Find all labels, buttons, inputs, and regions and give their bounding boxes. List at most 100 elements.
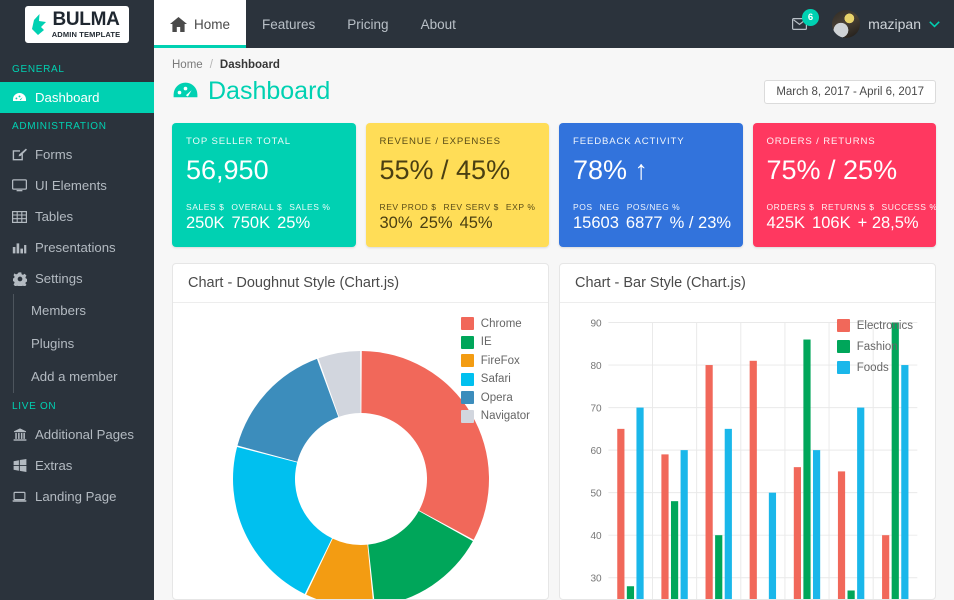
- bar-foods-1[interactable]: [636, 408, 643, 599]
- page-title-text: Dashboard: [208, 77, 330, 106]
- sidebar-item-additional-pages[interactable]: Additional Pages: [0, 419, 154, 450]
- legend-swatch: [461, 317, 474, 330]
- legend-item-electronics[interactable]: Electronics: [837, 319, 913, 332]
- nav-item-about[interactable]: About: [405, 0, 472, 48]
- brand-logo[interactable]: BULMA ADMIN TEMPLATE: [0, 0, 154, 48]
- panel-bar-chart: Chart - Bar Style (Chart.js) Electronics…: [559, 263, 936, 600]
- sidebar-item-extras-label: Extras: [35, 458, 72, 473]
- sub-label: ORDERS $: [767, 202, 815, 212]
- page-title: Dashboard: [172, 77, 330, 106]
- legend-label: Opera: [481, 392, 513, 404]
- breadcrumb-home[interactable]: Home: [172, 59, 203, 71]
- user-name: mazipan: [868, 16, 921, 32]
- sub-value: 425K: [767, 214, 806, 233]
- avatar: [832, 10, 860, 38]
- legend-item-fashion[interactable]: Fashion: [837, 340, 913, 353]
- legend-item-foods[interactable]: Foods: [837, 361, 913, 374]
- y-axis-tick-label: 30: [590, 574, 602, 585]
- y-axis-tick-label: 80: [590, 361, 602, 372]
- legend-item-safari[interactable]: Safari: [461, 373, 530, 386]
- bulma-logo-icon: [32, 14, 47, 35]
- bar-electronics-2[interactable]: [661, 454, 668, 599]
- building-icon: [12, 428, 27, 441]
- nav-item-pricing[interactable]: Pricing: [331, 0, 404, 48]
- sidebar-subitem-plugins[interactable]: Plugins: [14, 327, 154, 360]
- bar-foods-3[interactable]: [725, 429, 732, 599]
- sidebar-item-landing-page[interactable]: Landing Page: [0, 481, 154, 512]
- y-axis-tick-label: 40: [590, 531, 602, 542]
- navbar-right: 6 mazipan: [792, 0, 954, 48]
- nav-item-features[interactable]: Features: [246, 0, 331, 48]
- stat-card-revenue-expenses[interactable]: REVENUE / EXPENSES 55% / 45% REV PROD $ …: [366, 123, 550, 247]
- sidebar-item-presentations[interactable]: Presentations: [0, 232, 154, 263]
- stat-card-title: REVENUE / EXPENSES: [380, 136, 536, 147]
- stat-card-feedback-activity[interactable]: FEEDBACK ACTIVITY 78% ↑ POS NEG POS/NEG …: [559, 123, 743, 247]
- legend-item-navigator[interactable]: Navigator: [461, 410, 530, 423]
- sidebar-subitem-members[interactable]: Members: [14, 294, 154, 327]
- sidebar-submenu-settings: Members Plugins Add a member: [13, 294, 154, 393]
- bar-electronics-1[interactable]: [617, 429, 624, 599]
- sub-value: 750K: [232, 214, 271, 233]
- sidebar-item-forms[interactable]: Forms: [0, 139, 154, 170]
- doughnut-legend: Chrome IE FireFox: [461, 317, 530, 423]
- nav-item-features-label: Features: [262, 17, 315, 32]
- legend-item-ie[interactable]: IE: [461, 336, 530, 349]
- messages-button[interactable]: 6: [792, 11, 816, 37]
- bar-fashion-1[interactable]: [627, 586, 634, 599]
- legend-swatch: [461, 373, 474, 386]
- bar-electronics-4[interactable]: [750, 361, 757, 599]
- sub-value: % / 23%: [670, 214, 731, 233]
- top-navbar: BULMA ADMIN TEMPLATE Home Features Prici…: [0, 0, 954, 48]
- sidebar-item-dashboard[interactable]: Dashboard: [0, 82, 154, 113]
- bar-electronics-3[interactable]: [706, 365, 713, 599]
- stat-card-sub-labels: SALES $ OVERALL $ SALES %: [186, 202, 342, 212]
- bar-fashion-5[interactable]: [803, 340, 810, 599]
- bar-foods-5[interactable]: [813, 450, 820, 599]
- bar-fashion-6[interactable]: [848, 590, 855, 599]
- nav-item-about-label: About: [421, 17, 456, 32]
- legend-item-chrome[interactable]: Chrome: [461, 317, 530, 330]
- bar-electronics-5[interactable]: [794, 467, 801, 599]
- sidebar-item-ui-elements-label: UI Elements: [35, 178, 107, 193]
- sidebar-item-settings[interactable]: Settings: [0, 263, 154, 294]
- dashboard-icon: [12, 92, 27, 104]
- legend-item-firefox[interactable]: FireFox: [461, 354, 530, 367]
- stat-card-top-seller-total[interactable]: TOP SELLER TOTAL 56,950 SALES $ OVERALL …: [172, 123, 356, 247]
- bar-electronics-6[interactable]: [838, 471, 845, 599]
- stat-card-sub-values: 250K 750K 25%: [186, 214, 342, 233]
- sub-label: POS: [573, 202, 593, 212]
- bar-foods-2[interactable]: [681, 450, 688, 599]
- bar-electronics-7[interactable]: [882, 535, 889, 599]
- bar-foods-7[interactable]: [901, 365, 908, 599]
- chevron-down-icon: [929, 21, 940, 28]
- legend-item-opera[interactable]: Opera: [461, 391, 530, 404]
- stat-card-title: ORDERS / RETURNS: [767, 136, 923, 147]
- sidebar-item-ui-elements[interactable]: UI Elements: [0, 170, 154, 201]
- nav-item-home[interactable]: Home: [154, 0, 246, 48]
- sub-value: 250K: [186, 214, 225, 233]
- bar-foods-6[interactable]: [857, 408, 864, 599]
- sub-label: NEG: [600, 202, 620, 212]
- sub-value: 45%: [460, 214, 493, 233]
- laptop-icon: [12, 491, 27, 503]
- stat-card-orders-returns[interactable]: ORDERS / RETURNS 75% / 25% ORDERS $ RETU…: [753, 123, 937, 247]
- legend-label: Chrome: [481, 318, 522, 330]
- sub-value: 6877: [626, 214, 663, 233]
- sub-value: 25%: [277, 214, 310, 233]
- sidebar-subitem-add-a-member[interactable]: Add a member: [14, 360, 154, 393]
- main-nav: Home Features Pricing About: [154, 0, 472, 48]
- user-menu[interactable]: mazipan: [832, 10, 940, 38]
- sidebar-item-extras[interactable]: Extras: [0, 450, 154, 481]
- bar-foods-4[interactable]: [769, 493, 776, 599]
- stat-cards: TOP SELLER TOTAL 56,950 SALES $ OVERALL …: [154, 106, 954, 247]
- bar-fashion-3[interactable]: [715, 535, 722, 599]
- stat-card-value: 78% ↑: [573, 154, 729, 186]
- panel-bar-body: Electronics Fashion Foods 30405060708090: [560, 303, 935, 599]
- date-range-picker[interactable]: March 8, 2017 - April 6, 2017: [764, 80, 936, 104]
- doughnut-slice-opera[interactable]: [237, 359, 338, 462]
- breadcrumb: Home / Dashboard: [154, 48, 954, 71]
- chart-panels: Chart - Doughnut Style (Chart.js) Chrome…: [154, 247, 954, 600]
- stat-card-title: FEEDBACK ACTIVITY: [573, 136, 729, 147]
- sidebar-item-tables[interactable]: Tables: [0, 201, 154, 232]
- bar-fashion-2[interactable]: [671, 501, 678, 599]
